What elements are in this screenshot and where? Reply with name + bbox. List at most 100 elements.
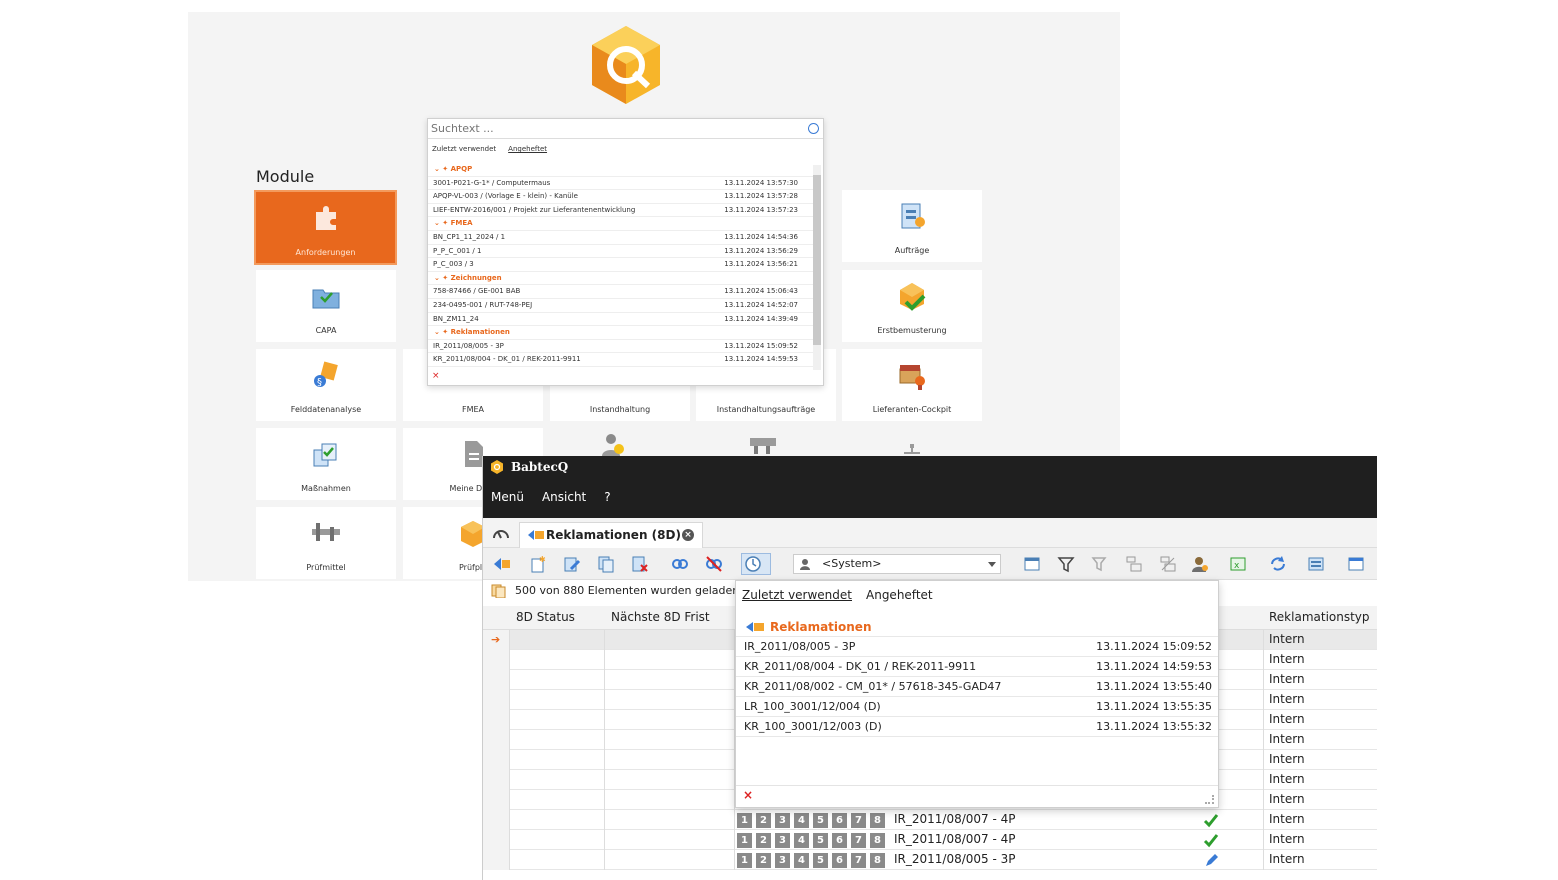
filter-icon[interactable] [1057,555,1075,573]
row-selector[interactable] [483,670,510,690]
group-icon[interactable] [1125,555,1143,573]
tile-anforderungen[interactable]: Anforderungen [254,190,397,265]
list-item[interactable]: 234-0495-001 / RUT-748-PEJ 13.11.2024 14:… [428,299,816,313]
menu-item-help[interactable]: ? [604,490,610,504]
list-item[interactable]: P_P_C_001 / 1 13.11.2024 13:56:29 [428,245,816,259]
edit-icon[interactable] [563,555,581,573]
panel-view-icon[interactable] [1347,555,1365,573]
list-item[interactable]: KR_2011/08/004 - DK_01 / REK-2011-9911 13… [736,657,1218,677]
list-item[interactable]: BN_ZM11_24 13.11.2024 14:39:49 [428,313,816,327]
dashboard-gauge-icon[interactable] [492,526,510,540]
list-item[interactable]: LR_100_3001/12/004 (D) 13.11.2024 13:55:3… [736,697,1218,717]
list-item[interactable]: P_C_003 / 3 13.11.2024 13:56:21 [428,258,816,272]
table-cell[interactable] [510,670,605,690]
search-group-header[interactable]: ⌄ ✦ Reklamationen [428,326,816,340]
list-item[interactable]: 3001-P021-G-1* / Computermaus 13.11.2024 … [428,177,816,191]
table-cell[interactable] [510,650,605,670]
search-scrollbar[interactable] [813,165,821,370]
tab-recent[interactable]: Zuletzt verwendet [432,145,496,153]
tile-pruefmittel[interactable]: Prüfmittel [256,507,396,579]
tile-felddatenanalyse[interactable]: § Felddatenanalyse [256,349,396,421]
refresh-icon[interactable] [1269,555,1287,573]
table-cell[interactable] [605,810,735,830]
table-cell[interactable] [605,710,735,730]
table-cell[interactable] [510,750,605,770]
list-item[interactable]: BN_CP1_11_2024 / 1 13.11.2024 14:54:36 [428,231,816,245]
list-item[interactable]: KR_2011/08/002 - CM_01* / 57618-345-GAD4… [736,677,1218,697]
list-item[interactable]: KR_100_3001/12/003 (D) 13.11.2024 13:55:3… [736,717,1218,737]
list-view-icon[interactable] [1307,555,1325,573]
menu-item-menu[interactable]: Menü [491,490,524,504]
row-selector[interactable] [483,830,510,850]
user-settings-icon[interactable] [1191,555,1209,573]
popup-close-button[interactable]: × [743,788,753,802]
row-selector[interactable] [483,770,510,790]
row-selector[interactable] [483,810,510,830]
tile-massnahmen[interactable]: Maßnahmen [256,428,396,500]
tile-capa[interactable]: CAPA [256,270,396,342]
history-dropdown-button[interactable] [741,553,771,575]
tab-close-button[interactable]: × [682,529,694,541]
popup-group-header[interactable]: Reklamationen [736,617,1218,637]
tab-reklamationen[interactable]: Reklamationen (8D) × [519,522,703,548]
table-cell[interactable] [510,770,605,790]
table-cell[interactable] [605,790,735,810]
table-cell[interactable] [510,830,605,850]
table-cell[interactable] [510,790,605,810]
table-cell[interactable] [510,710,605,730]
row-selector[interactable] [483,730,510,750]
table-cell[interactable] [605,750,735,770]
table-cell[interactable] [510,630,605,650]
row-selector[interactable] [483,650,510,670]
history-clock-icon[interactable] [808,123,819,134]
delete-icon[interactable] [631,555,649,573]
table-cell[interactable] [605,690,735,710]
row-selector[interactable] [483,690,510,710]
list-item[interactable]: LIEF-ENTW-2016/001 / Projekt zur Liefera… [428,204,816,218]
row-selector[interactable] [483,750,510,770]
list-item[interactable]: IR_2011/08/005 - 3P 13.11.2024 15:09:52 [736,637,1218,657]
table-cell[interactable] [605,650,735,670]
search-group-header[interactable]: ⌄ ✦ Zeichnungen [428,272,816,286]
copy-icon[interactable] [597,555,615,573]
tile-erstbemusterung[interactable]: Erstbemusterung [842,270,982,342]
link-icon[interactable] [671,555,689,573]
table-cell[interactable] [605,730,735,750]
clear-filter-icon[interactable] [1091,555,1109,573]
table-cell[interactable] [605,770,735,790]
table-cell[interactable] [510,810,605,830]
table-cell[interactable] [510,850,605,870]
table-row[interactable]: 1 2 3 4 5 6 7 8 IR_2011/08/007 - 4P Intern [483,810,1377,830]
new-document-icon[interactable]: ✱ [529,555,547,573]
tab-recent[interactable]: Zuletzt verwendet [742,588,852,602]
row-selector[interactable] [483,710,510,730]
table-cell[interactable] [605,670,735,690]
table-cell[interactable] [510,690,605,710]
unlink-icon[interactable] [705,555,723,573]
table-cell[interactable] [510,730,605,750]
system-view-select[interactable]: <System> [793,554,1001,574]
search-group-header[interactable]: ⌄ ✦ APQP [428,163,816,177]
row-selector[interactable]: ➔ [483,630,510,650]
resize-grip-icon[interactable] [1205,795,1214,804]
tab-pinned[interactable]: Angeheftet [508,145,547,153]
row-selector[interactable] [483,790,510,810]
ungroup-icon[interactable] [1159,555,1177,573]
excel-export-icon[interactable]: x [1229,555,1247,573]
tile-lieferanten-cockpit[interactable]: Lieferanten-Cockpit [842,349,982,421]
list-item[interactable]: APQP-VL-003 / (Vorlage E - klein) - Kanü… [428,190,816,204]
list-item[interactable]: KR_2011/08/004 - DK_01 / REK-2011-9911 13… [428,353,816,367]
list-item[interactable]: IR_2011/08/005 - 3P 13.11.2024 15:09:52 [428,340,816,354]
table-cell[interactable] [605,850,735,870]
table-row[interactable]: 1 2 3 4 5 6 7 8 IR_2011/08/007 - 4P Intern [483,830,1377,850]
column-header-8d-status[interactable]: 8D Status [516,610,575,624]
table-cell[interactable] [605,830,735,850]
menu-item-ansicht[interactable]: Ansicht [542,490,586,504]
column-header-complaint-type[interactable]: Reklamationstyp [1269,610,1370,624]
tile-auftraege[interactable]: Aufträge [842,190,982,262]
column-header-next-deadline[interactable]: Nächste 8D Frist [611,610,710,624]
back-icon[interactable] [493,555,511,573]
search-group-header[interactable]: ⌄ ✦ FMEA [428,217,816,231]
search-close-button[interactable]: × [432,371,440,381]
table-row[interactable]: 1 2 3 4 5 6 7 8 IR_2011/08/005 - 3P Intern [483,850,1377,870]
